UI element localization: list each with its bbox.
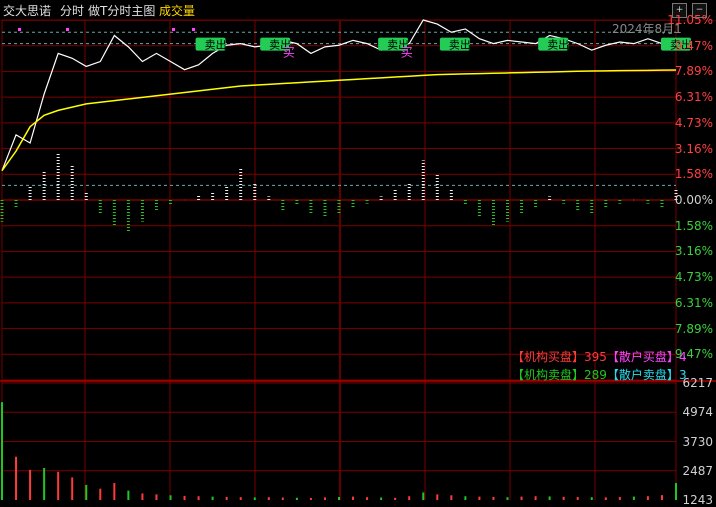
sell-signal-label: 卖出 bbox=[205, 38, 227, 52]
volume-bar bbox=[309, 497, 312, 500]
volume-bar bbox=[492, 496, 495, 500]
intraday-chart[interactable]: 卖出 卖出买卖出买卖出 卖出 卖出 bbox=[0, 0, 716, 503]
price-tick-down: 7.89% bbox=[674, 321, 713, 336]
volume-bar bbox=[127, 490, 130, 500]
sell-stats-row: 【机构卖盘】289【散户卖盘】3 bbox=[512, 366, 687, 383]
alert-dot bbox=[172, 28, 175, 31]
volume-bars bbox=[1, 402, 677, 500]
volume-bar bbox=[675, 483, 677, 500]
retail-buy-label: 【散户买盘】 bbox=[606, 350, 679, 364]
chart-grid bbox=[0, 19, 716, 500]
volume-bar bbox=[548, 496, 551, 500]
volume-tick: 4974 bbox=[682, 405, 713, 420]
volume-bar bbox=[394, 497, 397, 500]
flow-bars bbox=[0, 153, 678, 233]
volume-bar bbox=[57, 471, 60, 500]
volume-bar bbox=[422, 492, 425, 500]
volume-bar bbox=[239, 497, 242, 500]
price-tick-down: 1.58% bbox=[674, 218, 713, 233]
volume-bar bbox=[436, 494, 439, 500]
alert-dot bbox=[66, 28, 69, 31]
volume-bar bbox=[281, 497, 284, 500]
alert-dot bbox=[18, 28, 21, 31]
volume-bar bbox=[660, 495, 663, 500]
price-tick-down: 6.31% bbox=[674, 295, 713, 310]
volume-bar bbox=[604, 497, 607, 500]
volume-bar bbox=[618, 496, 621, 500]
price-tick-up: 6.31% bbox=[674, 90, 713, 105]
volume-bar bbox=[225, 496, 228, 500]
volume-bar bbox=[450, 495, 453, 500]
volume-bar bbox=[520, 496, 523, 500]
volume-bar bbox=[155, 494, 158, 500]
price-tick-up: 4.73% bbox=[674, 115, 713, 130]
volume-bar bbox=[169, 495, 172, 500]
volume-bar bbox=[141, 493, 144, 500]
price-tick-up: 3.16% bbox=[674, 141, 713, 156]
volume-bar bbox=[366, 497, 369, 500]
volume-bar bbox=[352, 496, 355, 500]
volume-bar bbox=[506, 497, 509, 500]
sell-signal: 卖出 bbox=[439, 37, 471, 52]
volume-tick: 2487 bbox=[682, 463, 713, 478]
volume-bar bbox=[43, 468, 46, 500]
volume-bar bbox=[99, 488, 102, 500]
volume-bar bbox=[408, 496, 411, 500]
volume-bar bbox=[113, 483, 116, 500]
sell-signal: 卖出 bbox=[195, 37, 227, 52]
price-tick-zero: 0.00% bbox=[674, 193, 713, 207]
average-price-line bbox=[1, 69, 677, 172]
volume-bar bbox=[85, 484, 88, 500]
price-tick-up: 11.05% bbox=[667, 13, 713, 27]
retail-sell-value: 3 bbox=[678, 368, 687, 382]
buy-stats-row: 【机构买盘】395【散户买盘】4 bbox=[512, 348, 687, 365]
price-tick-up: 9.47% bbox=[674, 38, 713, 53]
volume-bar bbox=[15, 456, 18, 500]
volume-bar bbox=[380, 497, 383, 500]
volume-bar bbox=[253, 497, 256, 500]
buy-signal-label: 买 bbox=[283, 46, 295, 60]
price-tick-down: 4.73% bbox=[674, 270, 713, 285]
volume-bar bbox=[1, 402, 3, 500]
sell-signal-label: 卖出 bbox=[547, 38, 569, 52]
volume-bar bbox=[183, 495, 186, 500]
volume-bar bbox=[632, 496, 635, 500]
volume-tick: 6217 bbox=[682, 376, 713, 390]
inst-sell-value: 289 bbox=[584, 368, 607, 382]
price-tick-up: 1.58% bbox=[674, 167, 713, 182]
volume-bar bbox=[29, 469, 32, 500]
volume-tick: 3730 bbox=[682, 434, 713, 449]
retail-sell-label: 【散户卖盘】 bbox=[606, 368, 679, 382]
volume-bar bbox=[478, 496, 481, 500]
price-tick-up: 7.89% bbox=[674, 64, 713, 79]
price-tick-down: 3.16% bbox=[674, 244, 713, 259]
volume-bar bbox=[211, 496, 214, 500]
volume-bar bbox=[562, 496, 565, 500]
volume-bar bbox=[295, 497, 298, 500]
volume-bar bbox=[71, 477, 74, 500]
volume-bar bbox=[576, 496, 579, 500]
inst-sell-label: 【机构卖盘】 bbox=[512, 368, 585, 382]
volume-bar bbox=[323, 497, 326, 500]
volume-bar bbox=[197, 496, 200, 500]
alert-dot bbox=[192, 28, 195, 31]
volume-bar bbox=[267, 497, 270, 500]
volume-bar bbox=[464, 496, 467, 500]
volume-bar bbox=[646, 496, 649, 500]
sell-signal: 卖出 bbox=[538, 37, 569, 52]
buy-signal-label: 买 bbox=[401, 46, 413, 60]
volume-bar bbox=[338, 496, 340, 500]
retail-buy-value: 4 bbox=[678, 350, 687, 364]
volume-tick: 1243 bbox=[682, 493, 713, 507]
volume-bar bbox=[534, 496, 537, 500]
inst-buy-value: 395 bbox=[584, 350, 607, 364]
inst-buy-label: 【机构买盘】 bbox=[512, 350, 585, 364]
sell-signal-label: 卖出 bbox=[449, 38, 471, 52]
volume-bar bbox=[590, 497, 593, 500]
